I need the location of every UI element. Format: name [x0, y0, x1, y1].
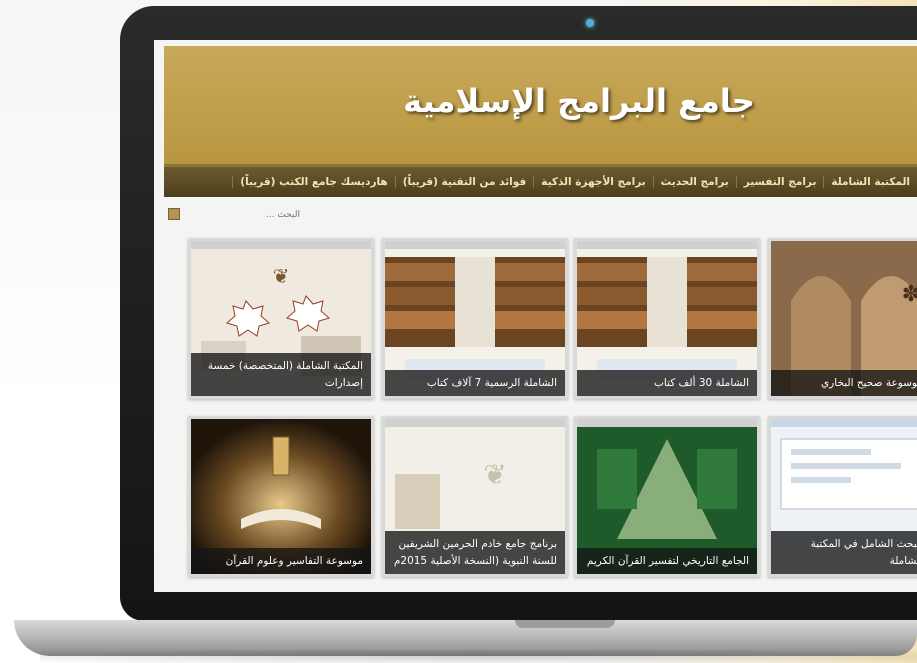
card-shamela-official[interactable]: الشاملة الرسمية 7 آلاف كتاب: [382, 238, 568, 399]
nav-item-hadith[interactable]: برامج الحديث: [652, 176, 736, 188]
card-shamela-30k[interactable]: الشاملة 30 ألف كتاب: [574, 238, 760, 399]
card-caption[interactable]: برنامج جامع خادم الحرمين الشريفين للسنة …: [385, 531, 565, 574]
card-caption[interactable]: الشاملة 30 ألف كتاب: [577, 369, 757, 396]
laptop-notch: [515, 620, 615, 628]
card-shamela-specialized[interactable]: ❦ المكتبة الشاملة (المتخصصة) خمسة إصدارا…: [188, 238, 374, 399]
nav-item-tech-tips[interactable]: فوائد من التقنية (قريباً): [394, 176, 533, 188]
search-bar: [164, 204, 917, 226]
card-caption[interactable]: البحث الشامل في المكتبة الشاملة: [771, 531, 917, 574]
card-bukhari[interactable]: ✽ موسوعة صحيح البخاري: [768, 238, 917, 399]
webcam-icon: [586, 19, 594, 27]
card-caption[interactable]: الشاملة الرسمية 7 آلاف كتاب: [385, 369, 565, 396]
card-tafsir-encyclopedia[interactable]: موسوعة التفاسير وعلوم القرآن: [188, 416, 374, 577]
card-caption[interactable]: الجامع التاريخي لتفسير القرآن الكريم: [577, 547, 757, 574]
nav-item-tafsir[interactable]: برامج التفسير: [735, 176, 824, 188]
search-icon[interactable]: [168, 208, 180, 220]
nav-item-smart-devices[interactable]: برامج الأجهزة الذكية: [533, 176, 652, 188]
card-historical-tafsir[interactable]: الجامع التاريخي لتفسير القرآن الكريم: [574, 416, 760, 577]
nav-item-harddisk[interactable]: هارديسك جامع الكتب (قريباً): [232, 176, 394, 188]
svg-text:❦: ❦: [483, 458, 506, 491]
laptop-screen: جامع البرامج الإسلامية المكتبة الشاملة ب…: [154, 40, 917, 592]
nav-item-shamela[interactable]: المكتبة الشاملة: [823, 176, 917, 188]
card-caption[interactable]: موسوعة صحيح البخاري: [771, 369, 917, 396]
svg-text:❦: ❦: [273, 264, 290, 288]
site-title[interactable]: جامع البرامج الإسلامية: [394, 82, 764, 120]
card-caption[interactable]: موسوعة التفاسير وعلوم القرآن: [191, 547, 371, 574]
search-input[interactable]: [178, 206, 302, 224]
card-caption[interactable]: المكتبة الشاملة (المتخصصة) خمسة إصدارات: [191, 353, 371, 396]
laptop-shadow: [40, 650, 917, 663]
card-comprehensive-search[interactable]: البحث الشامل في المكتبة الشاملة: [768, 416, 917, 577]
site-header: جامع البرامج الإسلامية: [164, 46, 917, 168]
svg-text:✽: ✽: [902, 282, 917, 307]
card-sunnah-program[interactable]: ❦ برنامج جامع خادم الحرمين الشريفين للسن…: [382, 416, 568, 577]
main-navigation: المكتبة الشاملة برامج التفسير برامج الحد…: [164, 164, 917, 197]
